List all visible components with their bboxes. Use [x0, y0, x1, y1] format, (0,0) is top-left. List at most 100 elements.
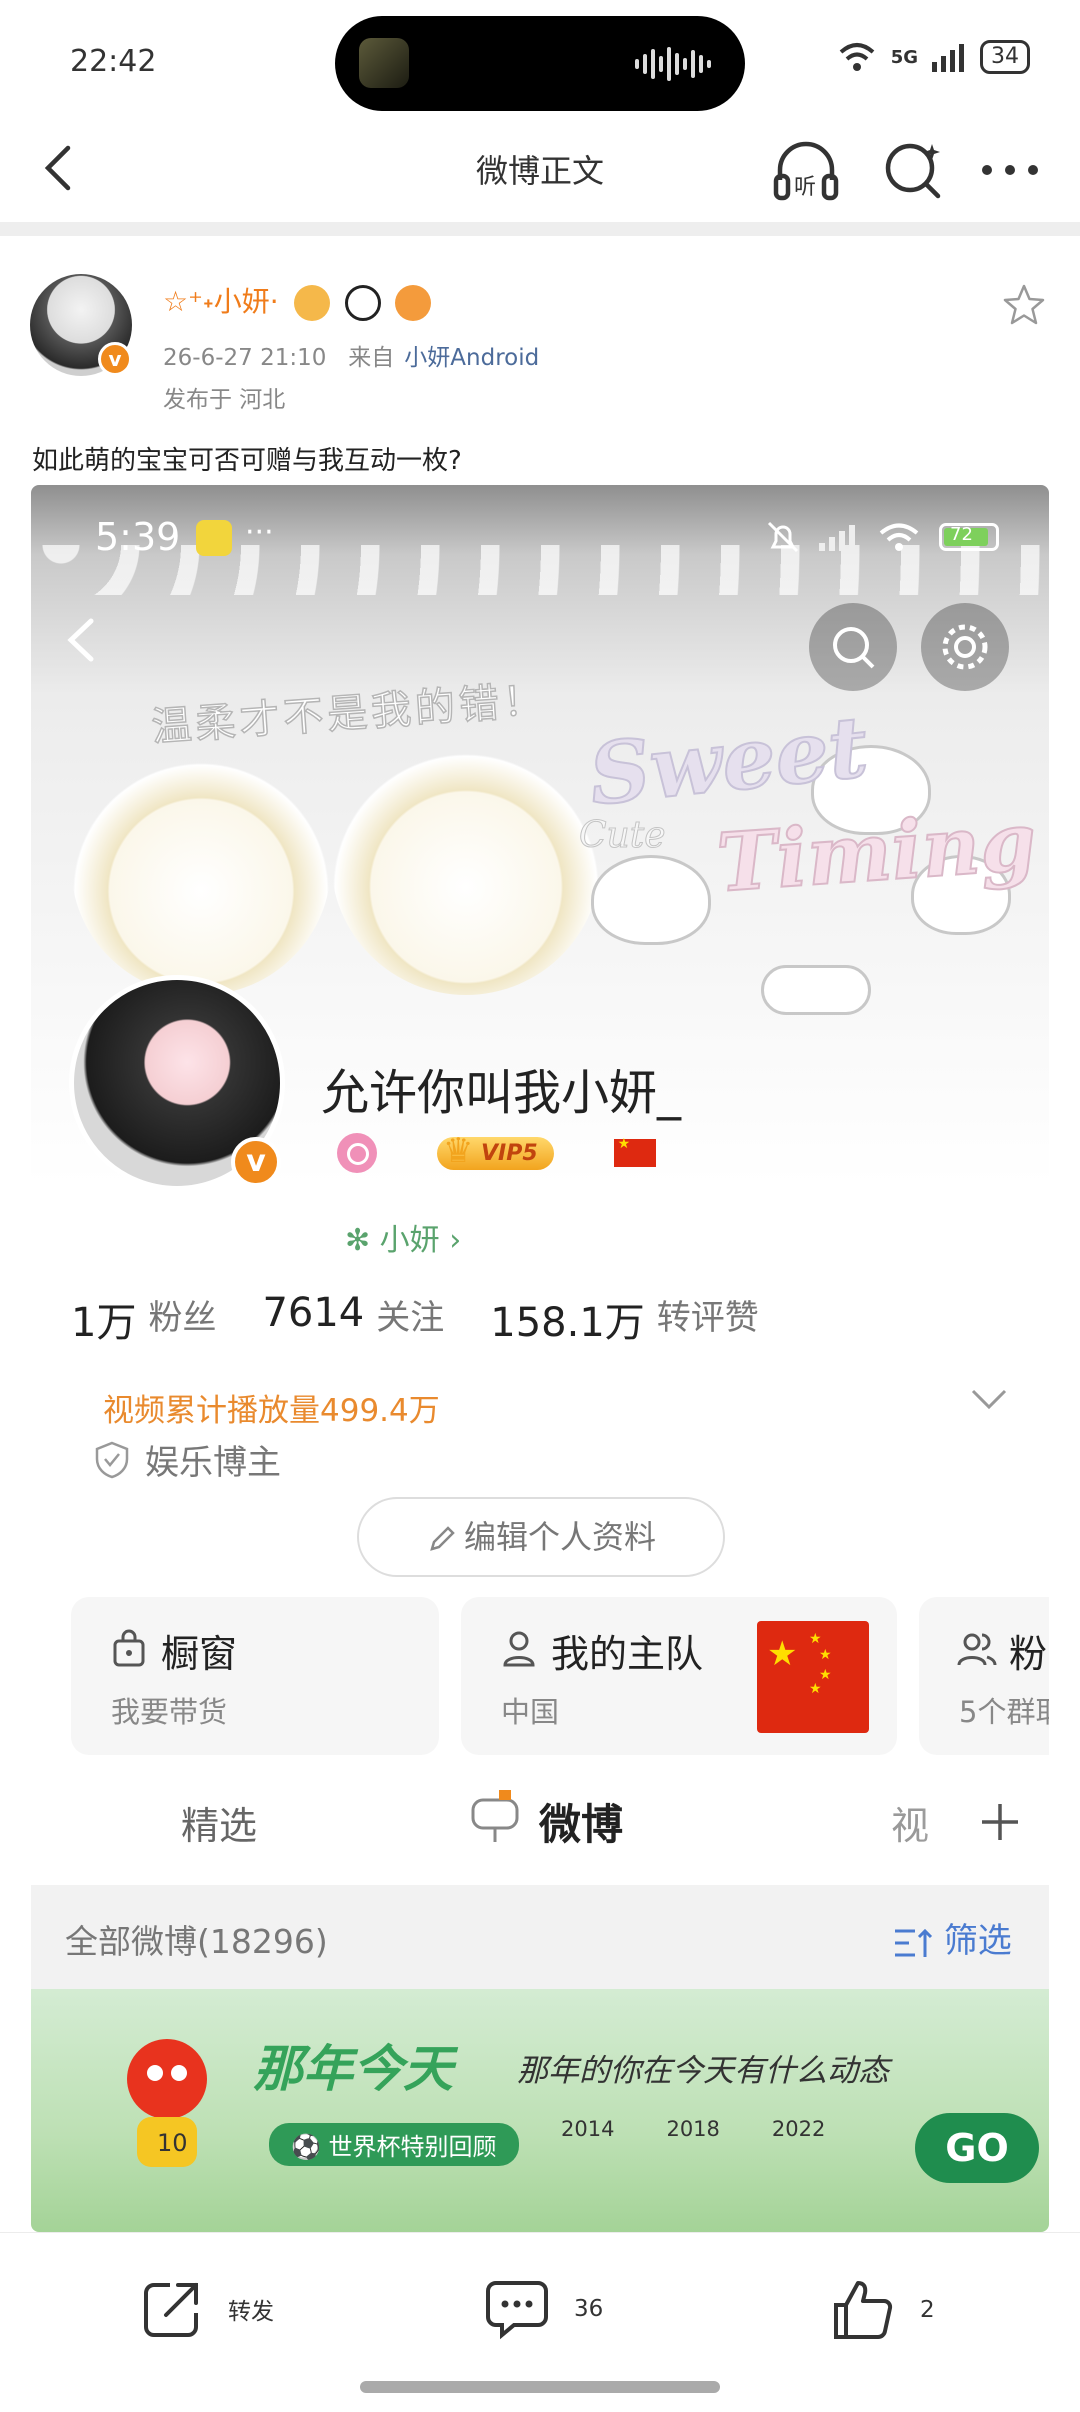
repost-button[interactable]: 转发 [140, 2277, 274, 2341]
promo-pill: ⚽ 世界杯特别回顾 [269, 2123, 519, 2166]
plus-icon [982, 1804, 1018, 1840]
repost-label: 转发 [228, 2299, 274, 2325]
share-icon [144, 2283, 198, 2337]
like-count: 2 [920, 2297, 935, 2323]
add-tab-button [951, 1774, 1049, 1870]
category-tag-label: 娱乐博主 [145, 1443, 281, 1483]
embedded-status-time: 5:39 [95, 515, 181, 559]
home-indicator[interactable] [360, 2381, 720, 2393]
app-notification-icon [196, 520, 232, 556]
comment-icon [486, 2281, 548, 2340]
embedded-signal-icon [819, 525, 855, 551]
source-prefix: 来自 [348, 345, 395, 371]
group-icon [957, 1633, 997, 1666]
signal-icon [932, 44, 964, 72]
svg-text:★: ★ [767, 1634, 797, 1674]
status-bar: 22:42 5G 34 [0, 0, 1080, 120]
super-topic-link: ✻ 小妍 › [345, 1223, 462, 1258]
promo-subtitle: 那年的你在今天有什么动态 [517, 2053, 889, 2089]
listen-button[interactable]: 听 [770, 134, 842, 206]
embedded-gear-icon [921, 603, 1009, 691]
football-icon: ⚽ [291, 2133, 329, 2161]
memory-promo-banner: 10 那年今天 那年的你在今天有什么动态 ⚽ 世界杯特别回顾 2014 2018… [31, 1989, 1049, 2232]
china-flag-icon [613, 1136, 656, 1167]
system-icons: 5G 34 [837, 40, 1030, 74]
card-fan-groups: 粉 5个群耶 [919, 1597, 1049, 1755]
following-count: 7614 [262, 1290, 365, 1336]
shield-check-icon [95, 1441, 129, 1478]
svg-text:★: ★ [819, 1647, 832, 1663]
video-plays-text: 视频累计播放量499.4万 [103, 1393, 440, 1429]
embedded-battery-level: 72 [950, 524, 973, 545]
chibi-girl-left [71, 735, 331, 995]
promo-pill-label: 世界杯特别回顾 [328, 2133, 497, 2161]
embedded-search-icon [809, 603, 897, 691]
filter-icon [895, 1928, 933, 1957]
favorite-star-icon[interactable] [1000, 282, 1048, 330]
cat-sticker [761, 965, 871, 1015]
battery-icon: 34 [980, 40, 1030, 74]
tab-weibo: 微博 [539, 1800, 624, 1849]
card-fan-groups-subtitle: 5个群耶 [959, 1695, 1049, 1729]
crown-emoji-icon [293, 285, 330, 321]
svg-text:10: 10 [157, 2129, 188, 2157]
embedded-system-icons: 72 [765, 519, 999, 555]
post-source-link[interactable]: 小妍Android [404, 345, 539, 371]
post-location: 发布于 河北 [163, 387, 286, 413]
chevron-down-icon [971, 1389, 1007, 1410]
edit-profile-button: 编辑个人资料 [357, 1497, 725, 1577]
profile-stats: 1万 粉丝 7614 关注 158.1万 转评赞 [71, 1290, 805, 1348]
embedded-status-dots: ··· [245, 515, 274, 550]
panda-emoji-icon [344, 285, 381, 321]
search-icon[interactable] [880, 136, 946, 202]
mute-bell-icon [767, 521, 799, 553]
followers-count: 1万 [71, 1300, 137, 1346]
timeline-year: 2022 [771, 2117, 826, 2141]
interactions-label: 转评赞 [656, 1298, 759, 1338]
dynamic-island[interactable] [335, 16, 745, 111]
all-weibo-count: 全部微博(18296) [65, 1922, 328, 1961]
comment-button[interactable]: 36 [484, 2277, 603, 2341]
card-showcase-subtitle: 我要带货 [111, 1695, 228, 1729]
post-text: 如此萌的宝宝可否可赠与我互动一枚? [32, 446, 462, 476]
weibo-mascot-icon: 10 [127, 2039, 207, 2167]
following-label: 关注 [376, 1298, 445, 1338]
profile-nickname: 允许你叫我小妍_ [321, 1065, 682, 1121]
section-divider [0, 222, 1080, 236]
svg-text:★: ★ [809, 1631, 822, 1647]
tab-featured: 精选 [181, 1804, 258, 1848]
mailbox-icon [471, 1790, 519, 1842]
top-nav: 微博正文 听 [0, 120, 1080, 220]
wifi-icon [839, 43, 875, 71]
category-tag: 娱乐博主 [95, 1435, 281, 1484]
svg-text:★: ★ [809, 1681, 822, 1697]
cat-sticker [591, 855, 711, 945]
filter-label: 筛选 [943, 1921, 1012, 1961]
post-image[interactable]: 5:39 ··· 72 温柔才不是我的错！ Sweet Cute Timing … [31, 485, 1049, 2232]
vip-badge: VIP5 [437, 1131, 554, 1171]
status-time: 22:42 [70, 44, 157, 79]
interactions-count: 158.1万 [490, 1300, 645, 1346]
username-text: ☆⁺˖小妍· [163, 285, 279, 318]
shopping-bag-icon [113, 1629, 145, 1667]
pink-search-badge-icon [337, 1133, 377, 1173]
fish-emoji-icon [395, 285, 432, 321]
weibo-filter-bar: 全部微博(18296) 筛选 [31, 1885, 1049, 1989]
card-showcase-title: 橱窗 [161, 1632, 238, 1676]
china-flag-image: ★ ★ ★ ★ ★ [757, 1621, 869, 1733]
post-timestamp: 26-6-27 21:10 [163, 345, 327, 371]
edit-profile-label: 编辑个人资料 [463, 1518, 656, 1556]
card-home-team-title: 我的主队 [551, 1632, 704, 1676]
profile-verified-badge-icon: v [231, 1137, 281, 1187]
like-button[interactable]: 2 [830, 2277, 935, 2343]
media-thumbnail [359, 38, 409, 88]
profile-tabs: 精选 微博 视 [31, 1770, 1049, 1880]
card-home-team-subtitle: 中国 [501, 1695, 560, 1729]
more-options-icon[interactable] [975, 150, 1045, 190]
verified-badge-icon: v [98, 342, 132, 376]
network-label: 5G [890, 46, 918, 68]
post-username[interactable]: ☆⁺˖小妍· [163, 280, 432, 321]
timeline-year: 2014 [561, 2117, 615, 2141]
card-showcase: 橱窗 我要带货 [71, 1597, 439, 1755]
audio-wave-icon [635, 46, 711, 82]
